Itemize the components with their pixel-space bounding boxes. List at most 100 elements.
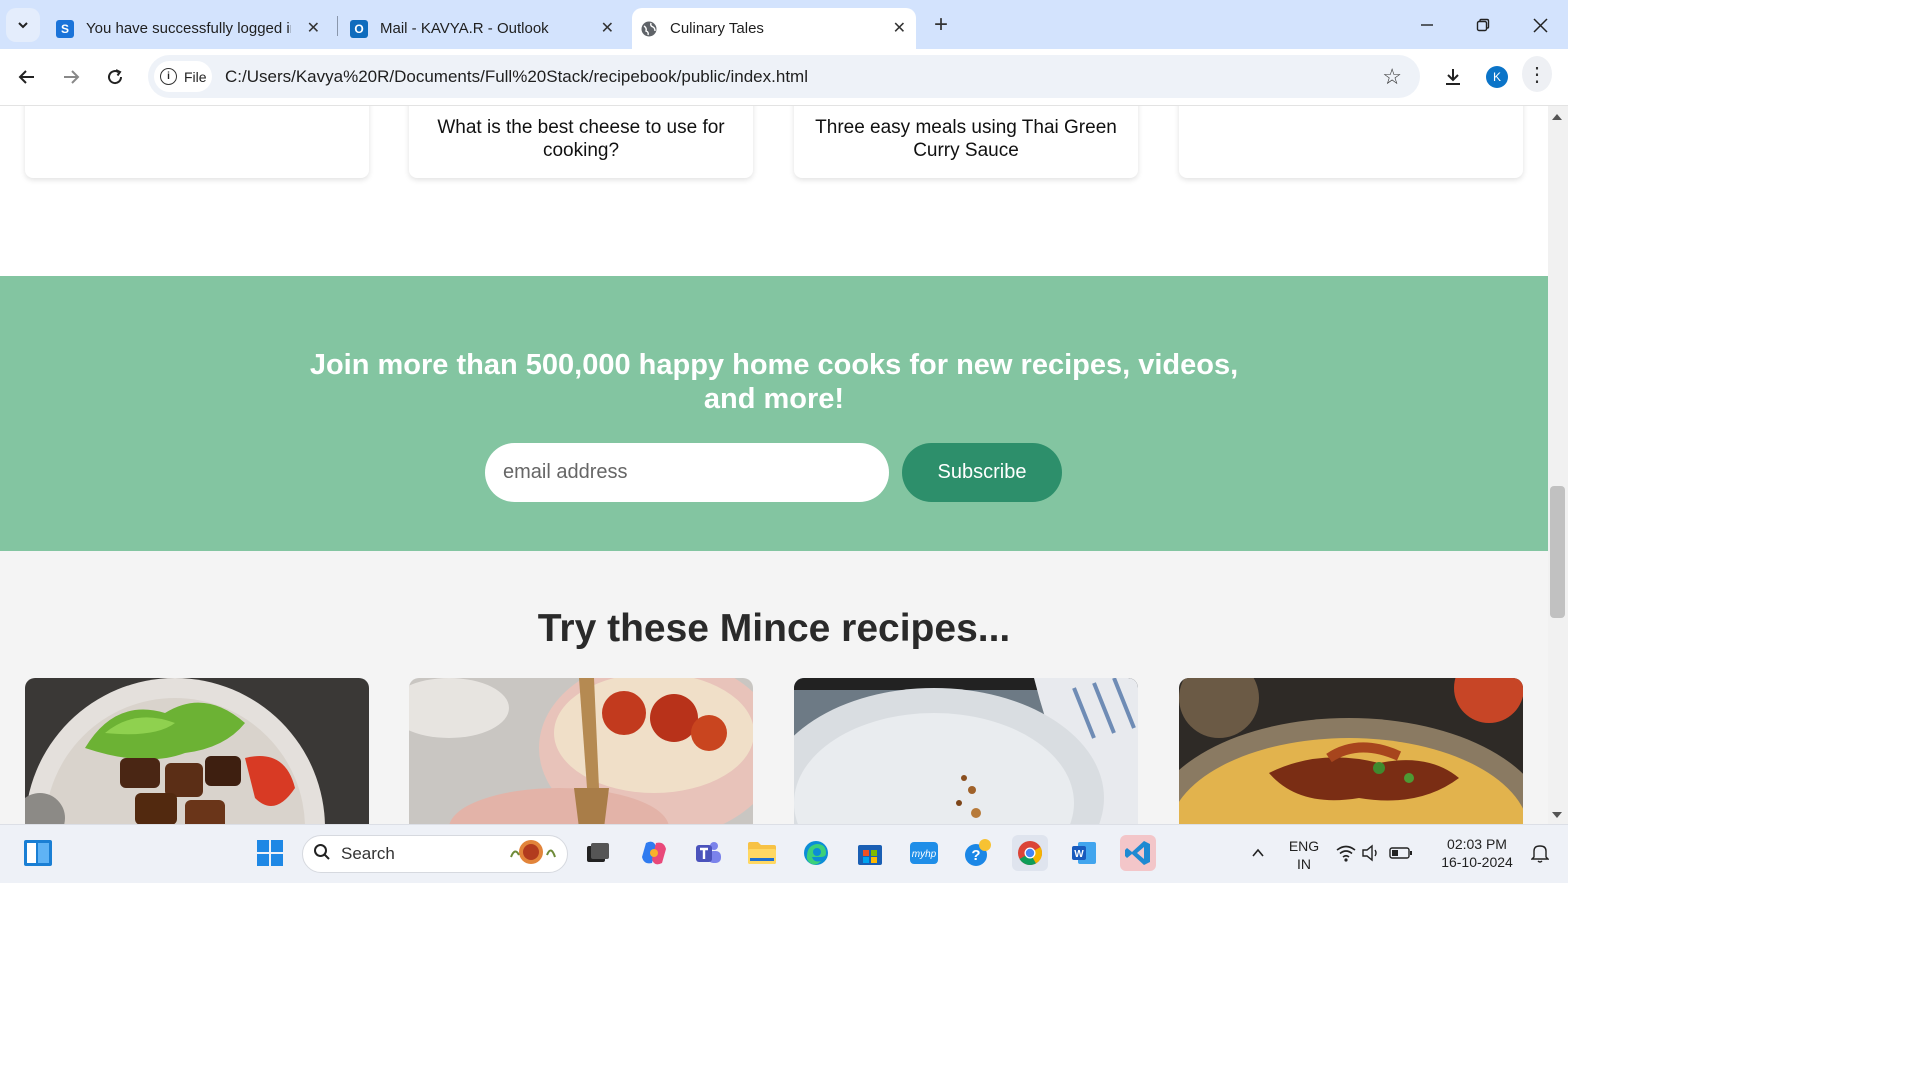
tab-search-button[interactable]	[6, 8, 40, 42]
svg-text:W: W	[1074, 849, 1084, 860]
outlook-icon: O	[350, 19, 368, 38]
language-label: ENG	[1288, 838, 1320, 854]
menu-button[interactable]: ⋮	[1522, 56, 1552, 92]
s-app-icon: S	[56, 19, 74, 38]
article-card-title	[1331, 162, 1371, 178]
reload-button[interactable]	[100, 62, 130, 92]
address-bar[interactable]: i File C:/Users/Kavya%20R/Documents/Full…	[148, 55, 1420, 98]
chrome-icon	[1018, 841, 1042, 866]
tab-title: Mail - KAVYA.R - Outlook	[380, 20, 549, 37]
close-tab-icon[interactable]: ✕	[893, 18, 906, 38]
close-window-button[interactable]	[1525, 10, 1555, 40]
minimize-icon	[1421, 24, 1433, 26]
article-card[interactable]	[25, 106, 369, 178]
volume-icon	[1362, 844, 1377, 862]
chicken-noodles-image[interactable]	[1179, 678, 1523, 824]
clock-date: 16-10-2024	[1441, 854, 1513, 870]
article-card-title: What is the best cheese to use for cooki…	[437, 117, 725, 161]
article-card-title	[177, 162, 217, 178]
start-button[interactable]	[252, 835, 288, 871]
plate-image[interactable]	[794, 678, 1138, 824]
article-card[interactable]: What is the best cheese to use for cooki…	[409, 106, 753, 178]
file-explorer-button[interactable]	[744, 835, 780, 871]
tab-strip: S You have successfully logged in ✕ O Ma…	[0, 0, 1568, 49]
get-help-button[interactable]: ?	[960, 835, 996, 871]
email-field[interactable]	[485, 443, 889, 502]
edge-button[interactable]	[798, 835, 834, 871]
mince-recipes-section: Try these Mince recipes...	[0, 551, 1548, 824]
globe-icon	[640, 20, 658, 38]
subscribe-button[interactable]: Subscribe	[902, 443, 1062, 502]
widgets-button[interactable]	[20, 835, 56, 871]
help-icon: ?	[965, 839, 991, 866]
widgets-icon	[24, 840, 52, 866]
close-icon	[1532, 17, 1548, 33]
language-indicator[interactable]: ENG IN	[1286, 837, 1322, 873]
store-button[interactable]	[852, 835, 888, 871]
site-info-chip[interactable]: i File	[154, 61, 212, 92]
taskbar-search[interactable]: Search	[302, 835, 568, 873]
task-view-icon	[587, 843, 609, 862]
chrome-button[interactable]	[1012, 835, 1048, 871]
meatball-pasta-image[interactable]	[409, 678, 753, 824]
article-card[interactable]	[1179, 106, 1523, 178]
myhp-button[interactable]: myhp	[906, 835, 942, 871]
copilot-icon	[642, 841, 666, 865]
tab-title: Culinary Tales	[670, 20, 764, 37]
chevron-down-icon	[18, 22, 28, 29]
tab-outlook[interactable]: O Mail - KAVYA.R - Outlook ✕	[342, 8, 624, 49]
clock[interactable]: 02:03 PM 16-10-2024	[1434, 835, 1520, 871]
bell-icon	[1531, 845, 1549, 863]
avatar: K	[1486, 66, 1508, 88]
arrow-left-icon	[18, 70, 34, 84]
word-button[interactable]: W	[1066, 835, 1102, 871]
teams-icon	[696, 842, 721, 863]
clock-time: 02:03 PM	[1447, 836, 1507, 852]
tab-title: You have successfully logged in	[86, 20, 291, 37]
article-card[interactable]: Three easy meals using Thai Green Curry …	[794, 106, 1138, 178]
teams-button[interactable]	[690, 835, 726, 871]
forward-button[interactable]	[56, 62, 86, 92]
more-vertical-icon: ⋮	[1522, 56, 1552, 92]
store-icon	[858, 845, 882, 865]
search-placeholder: Search	[341, 844, 395, 863]
newsletter-heading: Join more than 500,000 happy home cooks …	[309, 349, 1239, 415]
scroll-down-icon[interactable]	[1552, 812, 1562, 818]
edge-icon	[804, 841, 828, 865]
back-button[interactable]	[12, 62, 42, 92]
vscode-button[interactable]	[1120, 835, 1156, 871]
chevron-up-icon	[1252, 848, 1264, 857]
tab-culinary-tales[interactable]: Culinary Tales ✕	[632, 8, 916, 49]
myhp-icon: myhp	[910, 842, 938, 864]
profile-button[interactable]: K	[1482, 62, 1512, 92]
word-icon: W	[1072, 842, 1096, 864]
windows-start-icon	[257, 840, 283, 866]
notifications-button[interactable]	[1522, 835, 1558, 871]
page-viewport: What is the best cheese to use for cooki…	[0, 106, 1548, 824]
windows-taskbar: Search myhp ? W ENG IN 02:03 PM 16-10-20…	[0, 824, 1568, 883]
new-tab-button[interactable]: +	[926, 10, 956, 40]
battery-icon	[1389, 847, 1412, 859]
region-label: IN	[1297, 856, 1311, 872]
downloads-button[interactable]	[1438, 62, 1468, 92]
newsletter-section: Join more than 500,000 happy home cooks …	[0, 276, 1548, 551]
reload-icon	[108, 69, 123, 85]
tab-login[interactable]: S You have successfully logged in ✕	[48, 8, 330, 49]
close-tab-icon[interactable]: ✕	[601, 18, 614, 38]
task-view-button[interactable]	[580, 835, 616, 871]
steak-salad-image[interactable]	[25, 678, 369, 824]
minimize-button[interactable]	[1412, 10, 1442, 40]
close-tab-icon[interactable]: ✕	[307, 18, 320, 38]
search-icon	[313, 843, 331, 866]
scroll-up-icon[interactable]	[1552, 114, 1562, 120]
bookmark-star-icon[interactable]: ☆	[1382, 64, 1402, 90]
svg-text:myhp: myhp	[912, 849, 937, 860]
quick-settings-button[interactable]	[1334, 835, 1414, 871]
copilot-button[interactable]	[636, 835, 672, 871]
restore-button[interactable]	[1468, 10, 1498, 40]
scrollbar-thumb[interactable]	[1550, 486, 1565, 618]
arrow-right-icon	[64, 70, 80, 84]
page-scrollbar[interactable]	[1548, 106, 1568, 824]
url-text[interactable]: C:/Users/Kavya%20R/Documents/Full%20Stac…	[225, 67, 808, 87]
show-hidden-icons-button[interactable]	[1240, 835, 1276, 871]
